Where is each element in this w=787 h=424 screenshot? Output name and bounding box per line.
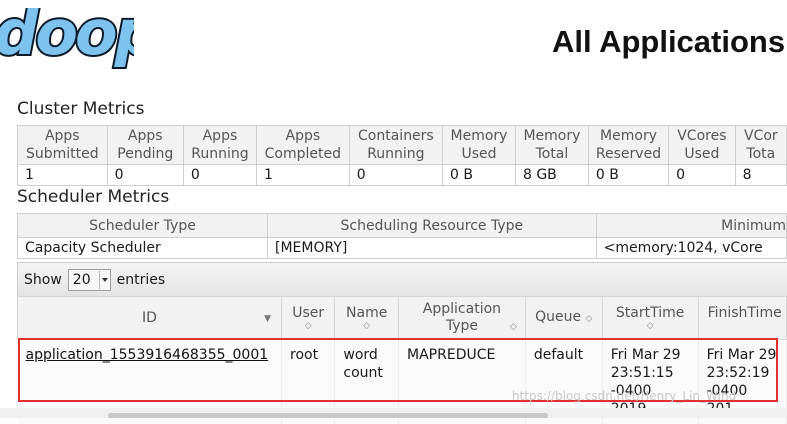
sort-icon: ◇	[510, 319, 517, 336]
scheduler-header-row: Scheduler Type Scheduling Resource Type …	[18, 214, 787, 238]
col-label: Memory	[451, 128, 508, 144]
col-label: Used	[461, 146, 496, 162]
col-app-type-label-2: Type	[446, 318, 478, 334]
col-label: Memory	[600, 128, 657, 144]
value-minimum-allocation: <memory:1024, vCore	[596, 238, 786, 259]
col-label: Running	[191, 146, 248, 162]
value-vcores-total: 8	[735, 165, 786, 186]
sort-icon: ◇	[283, 322, 333, 331]
col-label: Containers	[358, 128, 434, 144]
col-start-label: StartTime	[616, 305, 684, 321]
col-queue[interactable]: Queue ◇	[525, 297, 602, 340]
col-vcores-total[interactable]: VCor Tota	[735, 126, 786, 165]
col-user[interactable]: User ◇	[282, 297, 335, 340]
hadoop-logo[interactable]: doop	[0, 8, 134, 88]
col-label: Apps	[286, 128, 321, 144]
col-label: Tota	[746, 146, 775, 162]
col-label: Pending	[117, 146, 173, 162]
scheduler-metrics-title: Scheduler Metrics	[17, 187, 169, 207]
col-label: Apps	[45, 128, 80, 144]
chevron-down-icon	[99, 271, 110, 289]
value-vcores-used: 0	[669, 165, 735, 186]
col-apps-pending[interactable]: Apps Pending	[107, 126, 183, 165]
col-label: Apps	[203, 128, 238, 144]
logo-text: doop	[0, 8, 134, 69]
scheduler-value-row: Capacity Scheduler [MEMORY] <memory:1024…	[18, 238, 787, 259]
col-vcores-used[interactable]: VCores Used	[669, 126, 735, 165]
value-apps-running[interactable]: 0	[183, 165, 256, 186]
col-label: VCores	[677, 128, 726, 144]
col-apps-running[interactable]: Apps Running	[183, 126, 256, 165]
col-application-type[interactable]: Application Type ◇	[399, 297, 526, 340]
sort-icon: ◇	[604, 322, 697, 331]
cluster-metrics-table: Apps Submitted Apps Pending Apps Running Ap…	[17, 125, 787, 186]
value-memory-reserved: 0 B	[588, 165, 668, 186]
page-title: All Applications	[552, 24, 785, 60]
value-scheduler-type: Capacity Scheduler	[18, 238, 268, 259]
entries-select-value: 20	[73, 272, 91, 288]
col-name[interactable]: Name ◇	[335, 297, 399, 340]
apps-header-row: ID ▼ User ◇ Name ◇ Application Type ◇ Qu…	[18, 297, 787, 340]
scheduler-metrics-table: Scheduler Type Scheduling Resource Type …	[17, 213, 787, 259]
col-scheduling-resource-type: Scheduling Resource Type	[268, 214, 597, 238]
col-id-label: ID	[142, 310, 157, 326]
value-scheduling-resource-type: [MEMORY]	[268, 238, 597, 259]
col-app-type-label-1: Application	[423, 301, 501, 317]
col-id[interactable]: ID ▼	[18, 297, 282, 340]
watermark: https://blog.csdn.net/Henry_Lin_Wind	[512, 389, 736, 403]
value-apps-pending[interactable]: 0	[107, 165, 183, 186]
value-apps-completed[interactable]: 1	[256, 165, 349, 186]
show-label: Show	[24, 272, 62, 288]
col-finish-time[interactable]: FinishTime ◇	[698, 297, 786, 340]
col-label: Running	[367, 146, 424, 162]
col-name-label: Name	[346, 305, 387, 321]
sort-icon: ◇	[586, 314, 593, 324]
col-label: Memory	[523, 128, 580, 144]
entries-label: entries	[117, 272, 166, 288]
table-length-toolbar: Show 20 entries	[17, 262, 787, 297]
col-memory-used[interactable]: Memory Used	[443, 126, 516, 165]
col-label: Used	[684, 146, 719, 162]
col-user-label: User	[292, 305, 324, 321]
entries-select[interactable]: 20	[68, 269, 111, 291]
col-label: Apps	[128, 128, 163, 144]
col-label: Submitted	[26, 146, 99, 162]
value-memory-used: 0 B	[443, 165, 516, 186]
col-memory-reserved[interactable]: Memory Reserved	[588, 126, 668, 165]
value-apps-submitted[interactable]: 1	[18, 165, 108, 186]
col-apps-completed[interactable]: Apps Completed	[256, 126, 349, 165]
col-finish-label: FinishTime	[708, 305, 782, 321]
col-memory-total[interactable]: Memory Total	[515, 126, 588, 165]
col-containers-running[interactable]: Containers Running	[349, 126, 442, 165]
value-containers-running: 0	[349, 165, 442, 186]
horizontal-scrollbar-thumb[interactable]	[108, 413, 548, 418]
col-minimum-allocation: Minimum	[596, 214, 786, 238]
col-label: VCor	[744, 128, 778, 144]
col-label: Total	[536, 146, 569, 162]
cluster-metrics-header-row: Apps Submitted Apps Pending Apps Running Ap…	[18, 126, 787, 165]
cluster-metrics-value-row: 1 0 0 1 0 0 B 8 GB 0 B 0 8	[18, 165, 787, 186]
value-memory-total: 8 GB	[515, 165, 588, 186]
col-scheduler-type: Scheduler Type	[18, 214, 268, 238]
col-start-time[interactable]: StartTime ◇	[602, 297, 698, 340]
col-queue-label: Queue	[535, 309, 581, 325]
col-apps-submitted[interactable]: Apps Submitted	[18, 126, 108, 165]
col-label: Reserved	[596, 146, 661, 162]
sort-icon: ◇	[336, 322, 397, 331]
sort-desc-icon: ▼	[264, 311, 271, 328]
col-label: Completed	[265, 146, 341, 162]
cluster-metrics-title: Cluster Metrics	[17, 99, 144, 119]
